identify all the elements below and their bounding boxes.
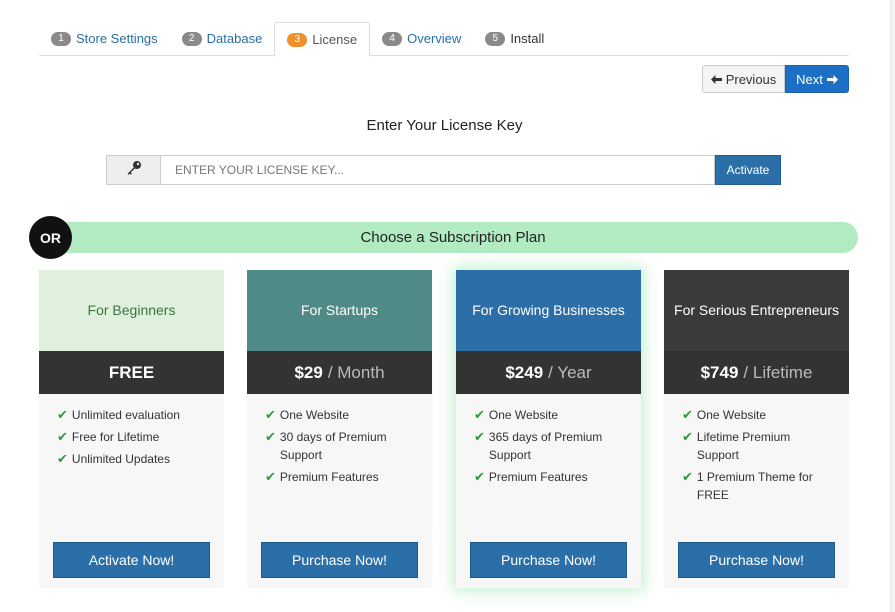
list-item: ✔ One Website: [474, 406, 627, 424]
feature-list: ✔ One Website ✔ Lifetime Premium Support ✔…: [664, 394, 849, 504]
check-icon: ✔: [682, 407, 693, 422]
tab-overview[interactable]: 4 Overview: [370, 22, 473, 55]
plan-card-startups: For Startups $29 / Month ✔ One Website ✔ 3…: [247, 270, 432, 588]
feature-list: ✔ Unlimited evaluation ✔ Free for Lifetime…: [39, 394, 224, 468]
subscription-banner: Choose a Subscription Plan: [48, 222, 858, 253]
list-item: ✔ Premium Features: [474, 468, 627, 486]
list-item: ✔ Premium Features: [265, 468, 418, 486]
purchase-now-button[interactable]: Purchase Now!: [678, 542, 835, 578]
feature-text: One Website: [696, 408, 767, 422]
arrow-left-icon: [710, 72, 722, 87]
feature-text: Unlimited Updates: [71, 452, 170, 466]
feature-text: One Website: [488, 408, 559, 422]
price-amount: $29: [294, 362, 323, 382]
price-period: / Month: [327, 362, 385, 382]
check-icon: ✔: [57, 429, 68, 444]
list-item: ✔ 30 days of Premium Support: [265, 428, 418, 464]
tab-label: Store Settings: [76, 31, 158, 46]
tab-database[interactable]: 2 Database: [170, 22, 275, 55]
tab-license[interactable]: 3 License: [274, 22, 371, 57]
feature-text: One Website: [279, 408, 350, 422]
list-item: ✔ Unlimited evaluation: [57, 406, 210, 424]
plan-card-growing-businesses: For Growing Businesses $249 / Year ✔ One …: [456, 270, 641, 588]
tab-label: Overview: [407, 31, 462, 46]
step-number-badge: 5: [485, 31, 506, 46]
list-item: ✔ 365 days of Premium Support: [474, 428, 627, 464]
license-key-input[interactable]: [160, 155, 715, 185]
feature-text: Free for Lifetime: [71, 430, 160, 444]
tab-label: Install: [510, 31, 545, 46]
previous-label: Previous: [725, 71, 777, 87]
price-amount: FREE: [108, 362, 155, 382]
feature-list: ✔ One Website ✔ 30 days of Premium Support…: [247, 394, 432, 486]
pager: Previous Next: [702, 65, 849, 93]
plan-header: For Beginners: [39, 270, 224, 351]
purchase-now-button[interactable]: Purchase Now!: [470, 542, 627, 578]
next-button[interactable]: Next: [785, 65, 849, 93]
step-number-badge: 4: [382, 31, 403, 46]
list-item: ✔ One Website: [265, 406, 418, 424]
plan-price: FREE: [39, 351, 224, 394]
tab-store-settings[interactable]: 1 Store Settings: [39, 22, 170, 55]
check-icon: ✔: [682, 429, 693, 444]
price-period: / Year: [548, 362, 592, 382]
feature-list: ✔ One Website ✔ 365 days of Premium Suppor…: [456, 394, 641, 486]
feature-text: Lifetime Premium Support: [696, 430, 791, 462]
plan-card-beginners: For Beginners FREE ✔ Unlimited evaluation…: [39, 270, 224, 588]
scrollbar[interactable]: [890, 0, 895, 612]
feature-text: Unlimited evaluation: [71, 408, 180, 422]
next-label: Next: [796, 71, 823, 87]
step-number-badge: 3: [287, 32, 308, 47]
tab-install[interactable]: 5 Install: [473, 22, 556, 55]
check-icon: ✔: [474, 469, 485, 484]
check-icon: ✔: [474, 407, 485, 422]
check-icon: ✔: [474, 429, 485, 444]
plan-header: For Startups: [247, 270, 432, 351]
check-icon: ✔: [682, 469, 693, 484]
feature-text: 1 Premium Theme for FREE: [696, 470, 813, 502]
list-item: ✔ One Website: [682, 406, 835, 424]
check-icon: ✔: [265, 407, 276, 422]
plan-price: $249 / Year: [456, 351, 641, 394]
step-tabs: 1 Store Settings 2 Database 3 License 4 …: [39, 22, 849, 57]
purchase-now-button[interactable]: Purchase Now!: [261, 542, 418, 578]
list-item: ✔ 1 Premium Theme for FREE: [682, 468, 835, 504]
plan-header: For Growing Businesses: [456, 270, 641, 351]
price-amount: $749: [700, 362, 739, 382]
activate-now-button[interactable]: Activate Now!: [53, 542, 210, 578]
plan-price: $749 / Lifetime: [664, 351, 849, 394]
or-badge: OR: [29, 216, 72, 259]
check-icon: ✔: [57, 451, 68, 466]
list-item: ✔ Free for Lifetime: [57, 428, 210, 446]
feature-text: 365 days of Premium Support: [488, 430, 603, 462]
check-icon: ✔: [57, 407, 68, 422]
step-number-badge: 1: [51, 31, 71, 46]
license-title: Enter Your License Key: [366, 117, 523, 134]
price-amount: $249: [505, 362, 544, 382]
license-key-group: Activate: [106, 155, 781, 185]
tab-label: License: [312, 32, 358, 47]
key-icon: [126, 160, 142, 181]
check-icon: ✔: [265, 469, 276, 484]
step-number-badge: 2: [181, 31, 202, 46]
key-addon: [106, 155, 160, 185]
tab-label: Database: [206, 31, 263, 46]
price-period: / Lifetime: [743, 362, 813, 382]
feature-text: Premium Features: [488, 470, 588, 484]
list-item: ✔ Lifetime Premium Support: [682, 428, 835, 464]
activate-button[interactable]: Activate: [715, 155, 781, 185]
feature-text: 30 days of Premium Support: [279, 430, 387, 462]
plan-card-serious-entrepreneurs: For Serious Entrepreneurs $749 / Lifetim…: [664, 270, 849, 588]
plan-header: For Serious Entrepreneurs: [664, 270, 849, 351]
subscription-title: Choose a Subscription Plan: [360, 229, 546, 246]
list-item: ✔ Unlimited Updates: [57, 450, 210, 468]
check-icon: ✔: [265, 429, 276, 444]
previous-button[interactable]: Previous: [702, 65, 785, 93]
arrow-right-icon: [826, 72, 838, 87]
plan-price: $29 / Month: [247, 351, 432, 394]
feature-text: Premium Features: [279, 470, 379, 484]
